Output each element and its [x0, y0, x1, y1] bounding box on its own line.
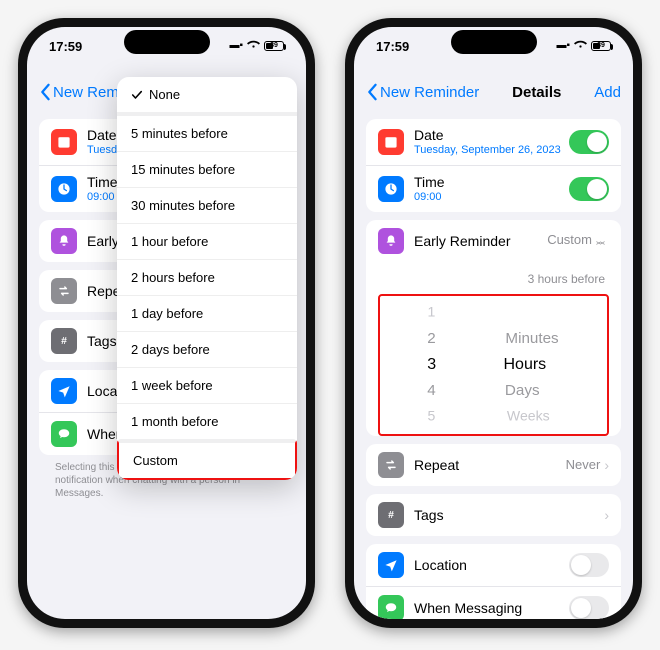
menu-item[interactable]: 2 hours before — [117, 259, 297, 295]
signal-icon: ▬▪ — [229, 40, 243, 51]
calendar-icon — [51, 129, 77, 155]
phone-left: 17:59 ▬▪ 39 New Reminder DateTuesd — [18, 18, 315, 628]
wifi-icon — [574, 39, 587, 52]
early-reminder-menu: None 5 minutes before 15 minutes before … — [117, 77, 297, 480]
menu-item-none[interactable]: None — [117, 77, 297, 112]
picker-unit-col[interactable]: Minutes Hours Days Weeks — [484, 296, 608, 434]
message-icon — [51, 421, 77, 447]
status-time: 17:59 — [49, 39, 82, 54]
location-icon — [378, 552, 404, 578]
early-value: Custom︿﹀ — [547, 232, 605, 250]
dynamic-island — [451, 30, 537, 54]
battery-icon: 39 — [264, 41, 284, 51]
screen: 17:59 ▬▪ 39 New Reminder DateTuesd — [27, 27, 306, 619]
repeat-row[interactable]: Repeat Never › — [366, 444, 621, 486]
signal-icon: ▬▪ — [556, 40, 570, 51]
menu-item[interactable]: 1 month before — [117, 403, 297, 439]
menu-item[interactable]: 30 minutes before — [117, 187, 297, 223]
messaging-row[interactable]: When Messaging — [366, 586, 621, 619]
menu-item[interactable]: 1 week before — [117, 367, 297, 403]
back-label: New Reminder — [380, 84, 479, 101]
back-button[interactable]: New Reminder — [366, 83, 479, 101]
clock-icon — [378, 176, 404, 202]
early-reminder-group: Early Reminder Custom︿﹀ 3 hours before 1… — [366, 220, 621, 436]
location-icon — [51, 378, 77, 404]
content: DateTuesday, September 26, 2023 Time09:0… — [354, 119, 633, 619]
time-picker[interactable]: 1 2 3 4 5 Minutes Hours Days Weeks — [380, 296, 607, 434]
status-icons: ▬▪ 39 — [556, 39, 611, 52]
menu-item-custom[interactable]: Custom — [117, 439, 297, 480]
menu-item[interactable]: 1 hour before — [117, 223, 297, 259]
add-button[interactable]: Add — [594, 84, 621, 101]
svg-text:#: # — [388, 510, 394, 521]
repeat-icon — [378, 452, 404, 478]
checkmark-icon — [131, 89, 143, 101]
location-messaging-group: Location When Messaging — [366, 544, 621, 619]
date-toggle[interactable] — [569, 130, 609, 154]
menu-item[interactable]: 5 minutes before — [117, 112, 297, 151]
picker-summary: 3 hours before — [366, 262, 621, 290]
calendar-icon — [378, 129, 404, 155]
picker-number-col[interactable]: 1 2 3 4 5 — [380, 296, 484, 434]
dynamic-island — [124, 30, 210, 54]
bell-icon — [378, 228, 404, 254]
messaging-toggle[interactable] — [569, 596, 609, 619]
message-icon — [378, 595, 404, 619]
time-toggle[interactable] — [569, 177, 609, 201]
hash-icon: # — [378, 502, 404, 528]
repeat-group: Repeat Never › — [366, 444, 621, 486]
status-time: 17:59 — [376, 39, 409, 54]
hash-icon: # — [51, 328, 77, 354]
wifi-icon — [247, 39, 260, 52]
date-time-group: DateTuesday, September 26, 2023 Time09:0… — [366, 119, 621, 212]
screen: 17:59 ▬▪ 39 New Reminder Details Add Dat… — [354, 27, 633, 619]
clock-icon — [51, 176, 77, 202]
date-row[interactable]: DateTuesday, September 26, 2023 — [366, 119, 621, 165]
status-icons: ▬▪ 39 — [229, 39, 284, 52]
tags-row[interactable]: # Tags › — [366, 494, 621, 536]
location-toggle[interactable] — [569, 553, 609, 577]
bell-icon — [51, 228, 77, 254]
tags-group: # Tags › — [366, 494, 621, 536]
menu-item[interactable]: 15 minutes before — [117, 151, 297, 187]
phone-right: 17:59 ▬▪ 39 New Reminder Details Add Dat… — [345, 18, 642, 628]
time-row[interactable]: Time09:00 — [366, 165, 621, 212]
location-row[interactable]: Location — [366, 544, 621, 586]
updown-icon: ︿﹀ — [596, 239, 605, 250]
picker-highlight: 1 2 3 4 5 Minutes Hours Days Weeks — [378, 294, 609, 436]
chevron-right-icon: › — [604, 457, 609, 473]
menu-item[interactable]: 1 day before — [117, 295, 297, 331]
svg-text:#: # — [61, 336, 67, 347]
page-title: Details — [512, 84, 561, 101]
repeat-icon — [51, 278, 77, 304]
early-reminder-row[interactable]: Early Reminder Custom︿﹀ — [366, 220, 621, 262]
battery-icon: 39 — [591, 41, 611, 51]
chevron-right-icon: › — [604, 507, 609, 523]
nav-bar: New Reminder Details Add — [354, 73, 633, 111]
menu-item[interactable]: 2 days before — [117, 331, 297, 367]
